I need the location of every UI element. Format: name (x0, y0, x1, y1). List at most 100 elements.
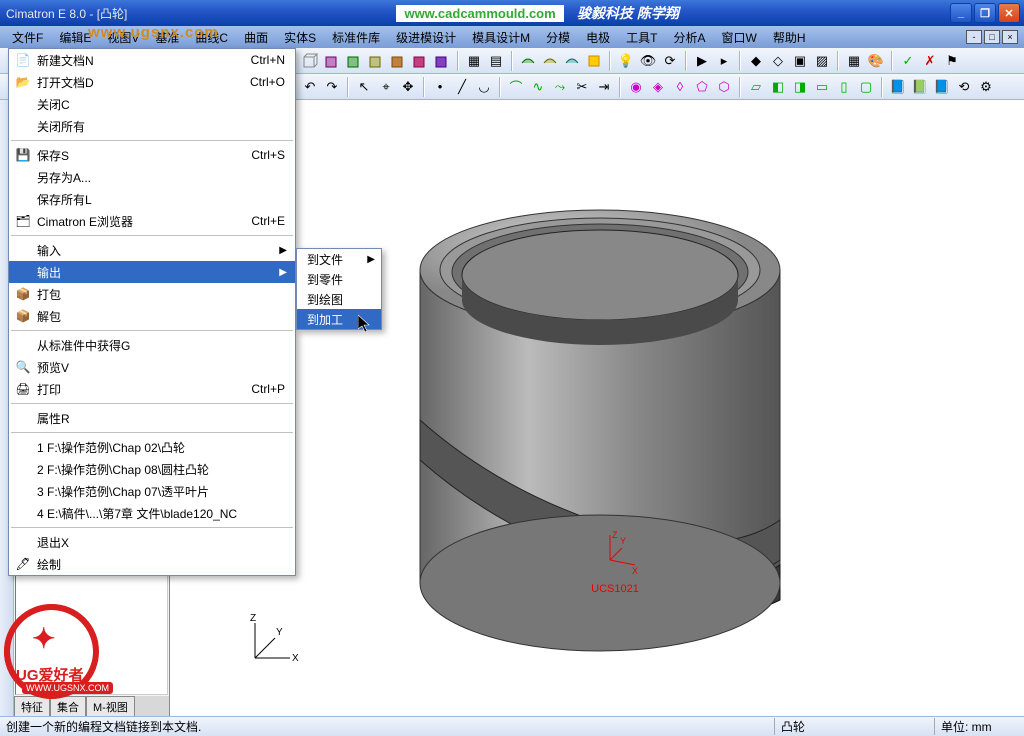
g1-icon[interactable]: ▱ (746, 77, 766, 97)
cube5-icon[interactable] (388, 51, 408, 71)
mdi-max[interactable]: □ (984, 30, 1000, 44)
menu-item[interactable]: 关闭所有 (9, 115, 295, 137)
cy-icon[interactable]: ⟲ (954, 77, 974, 97)
s5-icon[interactable]: ⬡ (714, 77, 734, 97)
menu-window[interactable]: 窗口W (714, 27, 765, 48)
ext-icon[interactable]: ⇥ (594, 77, 614, 97)
menu-item[interactable]: 2 F:\操作范例\Chap 08\圆柱凸轮 (9, 458, 295, 480)
menu-datum[interactable]: 基准 (147, 27, 187, 48)
menu-item[interactable]: 另存为A... (9, 166, 295, 188)
undo-icon[interactable]: ↶ (300, 77, 320, 97)
surf4-icon[interactable] (584, 51, 604, 71)
menu-item[interactable]: 关闭C (9, 93, 295, 115)
menu-edit[interactable]: 编辑E (51, 27, 99, 48)
menu-mold[interactable]: 模具设计M (464, 27, 538, 48)
trim-icon[interactable]: ✂ (572, 77, 592, 97)
layer-icon[interactable]: ▦ (464, 51, 484, 71)
g6-icon[interactable]: ▢ (856, 77, 876, 97)
cube4-icon[interactable] (366, 51, 386, 71)
close-button[interactable]: ✕ (998, 3, 1020, 23)
menu-tools[interactable]: 工具T (618, 27, 665, 48)
menu-item[interactable]: 1 F:\操作范例\Chap 02\凸轮 (9, 436, 295, 458)
submenu-item[interactable]: 到文件▶ (297, 249, 381, 269)
check-icon[interactable]: ✓ (898, 51, 918, 71)
menu-analyze[interactable]: 分析A (666, 27, 714, 48)
menu-solid[interactable]: 实体S (276, 27, 324, 48)
cancel-icon[interactable]: ✗ (920, 51, 940, 71)
minimize-button[interactable]: _ (950, 3, 972, 23)
surf1-icon[interactable] (518, 51, 538, 71)
arc-icon[interactable]: ◡ (474, 77, 494, 97)
menu-item[interactable]: 📦解包 (9, 305, 295, 327)
select-icon[interactable]: ↖ (354, 77, 374, 97)
menu-item[interactable]: 📦打包 (9, 283, 295, 305)
curve1-icon[interactable]: ⌒ (506, 77, 526, 97)
g5-icon[interactable]: ▯ (834, 77, 854, 97)
menu-item[interactable]: 从标准件中获得G (9, 334, 295, 356)
menu-item[interactable]: 🔍预览V (9, 356, 295, 378)
pan-icon[interactable]: ✥ (398, 77, 418, 97)
menu-item[interactable]: 输出▶ (9, 261, 295, 283)
menu-item[interactable]: 4 E:\稿件\...\第7章 文件\blade120_NC (9, 502, 295, 524)
menu-item[interactable]: 🗂Cimatron E浏览器Ctrl+E (9, 210, 295, 232)
menu-item[interactable]: 3 F:\操作范例\Chap 07\透平叶片 (9, 480, 295, 502)
menu-surface[interactable]: 曲面 (236, 27, 276, 48)
cube2-icon[interactable] (322, 51, 342, 71)
menu-item[interactable]: 📄新建文档NCtrl+N (9, 49, 295, 71)
menu-parting[interactable]: 分模 (538, 27, 578, 48)
g2-icon[interactable]: ◧ (768, 77, 788, 97)
cube3-icon[interactable] (344, 51, 364, 71)
surf3-icon[interactable] (562, 51, 582, 71)
maximize-button[interactable]: ❐ (974, 3, 996, 23)
s2-icon[interactable]: ◈ (648, 77, 668, 97)
cube7-icon[interactable] (432, 51, 452, 71)
menu-item[interactable]: 📂打开文档DCtrl+O (9, 71, 295, 93)
curve2-icon[interactable]: ∿ (528, 77, 548, 97)
op4-icon[interactable]: ▨ (812, 51, 832, 71)
flag-icon[interactable]: ⚑ (942, 51, 962, 71)
menu-item[interactable]: 💾保存SCtrl+S (9, 144, 295, 166)
s1-icon[interactable]: ◉ (626, 77, 646, 97)
point-icon[interactable]: • (430, 77, 450, 97)
s3-icon[interactable]: ◊ (670, 77, 690, 97)
curve3-icon[interactable]: ⤳ (550, 77, 570, 97)
menu-item[interactable]: 🖊绘制 (9, 553, 295, 575)
submenu-item[interactable]: 到零件 (297, 269, 381, 289)
op1-icon[interactable]: ◆ (746, 51, 766, 71)
cube6-icon[interactable] (410, 51, 430, 71)
eye-icon[interactable]: 👁 (638, 51, 658, 71)
grid-icon[interactable]: ▦ (844, 51, 864, 71)
menu-view[interactable]: 视图V (99, 27, 147, 48)
menu-stdlib[interactable]: 标准件库 (324, 27, 388, 48)
g3-icon[interactable]: ◨ (790, 77, 810, 97)
layer2-icon[interactable]: ▤ (486, 51, 506, 71)
menu-item[interactable]: 输入▶ (9, 239, 295, 261)
g4-icon[interactable]: ▭ (812, 77, 832, 97)
step-icon[interactable]: ▸ (714, 51, 734, 71)
line-icon[interactable]: ╱ (452, 77, 472, 97)
refresh-icon[interactable]: ⟳ (660, 51, 680, 71)
menu-item[interactable]: 属性R (9, 407, 295, 429)
menu-progdie[interactable]: 级进模设计 (388, 27, 464, 48)
color-icon[interactable]: 🎨 (866, 51, 886, 71)
menu-curve[interactable]: 曲线C (187, 27, 236, 48)
menu-electrode[interactable]: 电极 (578, 27, 618, 48)
submenu-item[interactable]: 到绘图 (297, 289, 381, 309)
mdi-close[interactable]: × (1002, 30, 1018, 44)
menu-help[interactable]: 帮助H (765, 27, 814, 48)
b1-icon[interactable]: 📘 (888, 77, 908, 97)
redo-icon[interactable]: ↷ (322, 77, 342, 97)
3d-viewport[interactable]: X Z Y X Z Y UCS1021 (170, 100, 1024, 716)
op2-icon[interactable]: ◇ (768, 51, 788, 71)
op3-icon[interactable]: ▣ (790, 51, 810, 71)
gear-icon[interactable]: ⚙ (976, 77, 996, 97)
bulb-icon[interactable]: 💡 (616, 51, 636, 71)
menu-item[interactable]: 🖨打印Ctrl+P (9, 378, 295, 400)
pick-icon[interactable]: ⌖ (376, 77, 396, 97)
mdi-min[interactable]: - (966, 30, 982, 44)
b2-icon[interactable]: 📗 (910, 77, 930, 97)
s4-icon[interactable]: ⬠ (692, 77, 712, 97)
surf2-icon[interactable] (540, 51, 560, 71)
play-icon[interactable]: ▶ (692, 51, 712, 71)
cube-icon[interactable] (300, 51, 320, 71)
